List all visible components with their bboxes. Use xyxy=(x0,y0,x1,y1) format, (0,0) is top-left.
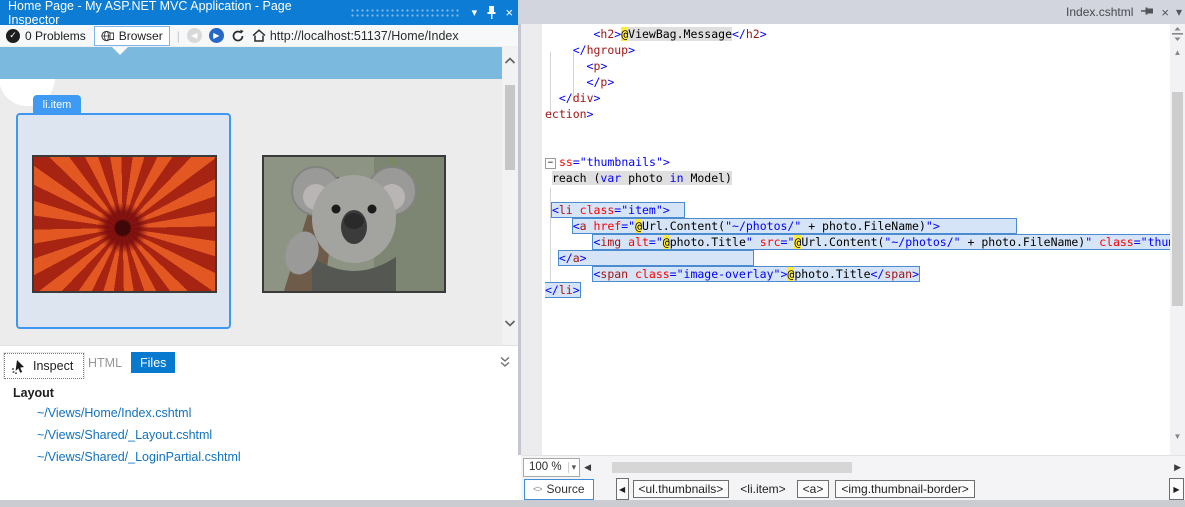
code-line: <span class="image-overlay">@photo.Title… xyxy=(545,266,1170,282)
page-header-banner xyxy=(0,47,502,79)
editor-bottom-bar: 100 % ▾ ◀ ▶ xyxy=(521,455,1185,478)
toolbar-separator: | xyxy=(177,29,180,43)
tag-path-item[interactable]: <li.item> xyxy=(735,481,790,497)
code-line: </li> xyxy=(545,282,1170,298)
zoom-caret-icon: ▾ xyxy=(568,462,580,473)
tab-files[interactable]: Files xyxy=(131,352,175,373)
code-line xyxy=(545,186,1170,202)
flower-thumbnail-image[interactable] xyxy=(32,155,217,293)
home-icon[interactable] xyxy=(252,29,266,42)
tag-path-item[interactable]: <ul.thumbnails> xyxy=(633,480,730,498)
tool-window-titlebar[interactable]: Home Page - My ASP.NET MVC Application -… xyxy=(0,0,518,25)
problems-check-icon: ✓ xyxy=(6,29,20,43)
scroll-down-icon[interactable]: ▼ xyxy=(1170,432,1185,441)
tool-window-title: Home Page - My ASP.NET MVC Application -… xyxy=(8,0,336,27)
refresh-icon[interactable] xyxy=(231,29,245,43)
tag-navigator-bar: <> Source ◀ <ul.thumbnails><li.item><a><… xyxy=(521,478,1185,500)
code-line: </a> xyxy=(545,250,1170,266)
inspector-toolbar: ✓ 0 Problems Browser | ◀ ▶ http://localh… xyxy=(0,25,518,47)
preview-scrollbar-thumb[interactable] xyxy=(505,85,515,170)
scroll-up-icon[interactable]: ▲ xyxy=(1170,48,1185,57)
splitter-grip-icon[interactable] xyxy=(1172,27,1183,41)
collapse-pane-chevron-icon[interactable] xyxy=(498,355,512,369)
tab-inspect-label: Inspect xyxy=(33,359,73,373)
inspect-cursor-icon xyxy=(11,359,27,374)
scroll-up-icon[interactable] xyxy=(504,57,516,65)
zoom-select[interactable]: 100 % ▾ xyxy=(523,458,580,477)
hscroll-left-icon[interactable]: ◀ xyxy=(580,462,595,473)
code-line: <p> xyxy=(545,58,1170,74)
code-line: reach (var photo in Model) xyxy=(545,170,1170,186)
forward-icon[interactable]: ▶ xyxy=(209,28,224,43)
tag-path-back-icon[interactable]: ◀ xyxy=(616,478,629,500)
code-line: <img alt="@photo.Title" src="@Url.Conten… xyxy=(545,234,1170,250)
browser-toggle-button[interactable]: Browser xyxy=(94,26,170,46)
tag-path-item[interactable]: <img.thumbnail-border> xyxy=(835,480,974,498)
code-line xyxy=(545,122,1170,138)
code-editor[interactable]: <h2>@ViewBag.Message</h2> </hgroup> <p> … xyxy=(545,26,1170,302)
code-line: ection> xyxy=(545,106,1170,122)
browser-button-label: Browser xyxy=(119,29,163,43)
collapse-region-icon[interactable]: − xyxy=(545,158,556,169)
koala-thumbnail-image[interactable] xyxy=(262,155,446,293)
url-field[interactable]: http://localhost:51137/Home/Index xyxy=(270,29,459,43)
tag-path-forward-icon[interactable]: ▶ xyxy=(1169,478,1184,500)
editor-vertical-scrollbar[interactable]: ▲ ▼ xyxy=(1170,24,1185,455)
code-line: </div> xyxy=(545,90,1170,106)
document-close-icon[interactable]: × xyxy=(1161,5,1169,20)
tag-path-item[interactable]: <a> xyxy=(797,480,830,498)
layout-file-link[interactable]: ~/Views/Shared/_Layout.cshtml xyxy=(37,428,241,450)
page-inspector-window: Home Page - My ASP.NET MVC Application -… xyxy=(0,0,1185,507)
tab-overflow-caret-icon[interactable]: ▾ xyxy=(1176,5,1182,19)
titlebar-drag-dots xyxy=(350,8,460,17)
editor-horizontal-scrollbar[interactable] xyxy=(597,459,1168,476)
hscroll-thumb[interactable] xyxy=(612,462,852,473)
window-menu-caret-icon[interactable]: ▾ xyxy=(466,4,483,22)
inspector-tabs-row: Inspect HTML Files xyxy=(0,345,518,379)
code-line: <h2>@ViewBag.Message</h2> xyxy=(545,26,1170,42)
layout-file-link[interactable]: ~/Views/Shared/_LoginPartial.cshtml xyxy=(37,450,241,472)
status-strip xyxy=(0,500,1185,507)
tag-path: <ul.thumbnails> <li.item> <a> <img.thumbnai… xyxy=(633,480,975,498)
code-line: −ss="thumbnails"> xyxy=(545,154,1170,170)
source-view-button[interactable]: <> Source xyxy=(524,479,594,500)
selection-tag-label: li.item xyxy=(33,95,81,114)
document-tab-strip: Index.cshtml × ▾ xyxy=(518,0,1185,24)
layout-file-list: ~/Views/Home/Index.cshtml~/Views/Shared/… xyxy=(37,406,241,472)
code-line: <li class="item"> xyxy=(545,202,1170,218)
tab-inspect[interactable]: Inspect xyxy=(4,353,84,379)
toolbar-notch xyxy=(112,47,128,55)
layout-heading: Layout xyxy=(13,386,54,400)
back-icon[interactable]: ◀ xyxy=(187,28,202,43)
browser-globe-icon xyxy=(101,30,114,42)
close-icon[interactable]: × xyxy=(501,4,518,22)
preview-vertical-scrollbar[interactable] xyxy=(502,47,518,345)
problems-label[interactable]: 0 Problems xyxy=(25,29,86,43)
hscroll-right-icon[interactable]: ▶ xyxy=(1170,462,1185,473)
source-glyph-icon: <> xyxy=(533,484,542,494)
editor-scrollbar-thumb[interactable] xyxy=(1172,92,1183,306)
code-line: </p> xyxy=(545,74,1170,90)
document-pin-icon[interactable] xyxy=(1141,7,1154,17)
document-tab[interactable]: Index.cshtml xyxy=(1066,5,1133,19)
editor-glyph-margin xyxy=(521,24,542,455)
code-line xyxy=(545,138,1170,154)
zoom-value: 100 % xyxy=(529,461,562,473)
code-line: </hgroup> xyxy=(545,42,1170,58)
code-line: <a href="@Url.Content("~/photos/" + phot… xyxy=(545,218,1170,234)
scroll-down-icon[interactable] xyxy=(504,319,516,327)
files-layout-section: Layout ~/Views/Home/Index.cshtml~/Views/… xyxy=(0,379,518,500)
browser-preview-pane[interactable]: li.item xyxy=(0,47,518,345)
source-button-label: Source xyxy=(547,482,585,496)
tab-html[interactable]: HTML xyxy=(88,356,122,370)
pin-icon[interactable] xyxy=(483,4,500,22)
layout-file-link[interactable]: ~/Views/Home/Index.cshtml xyxy=(37,406,241,428)
